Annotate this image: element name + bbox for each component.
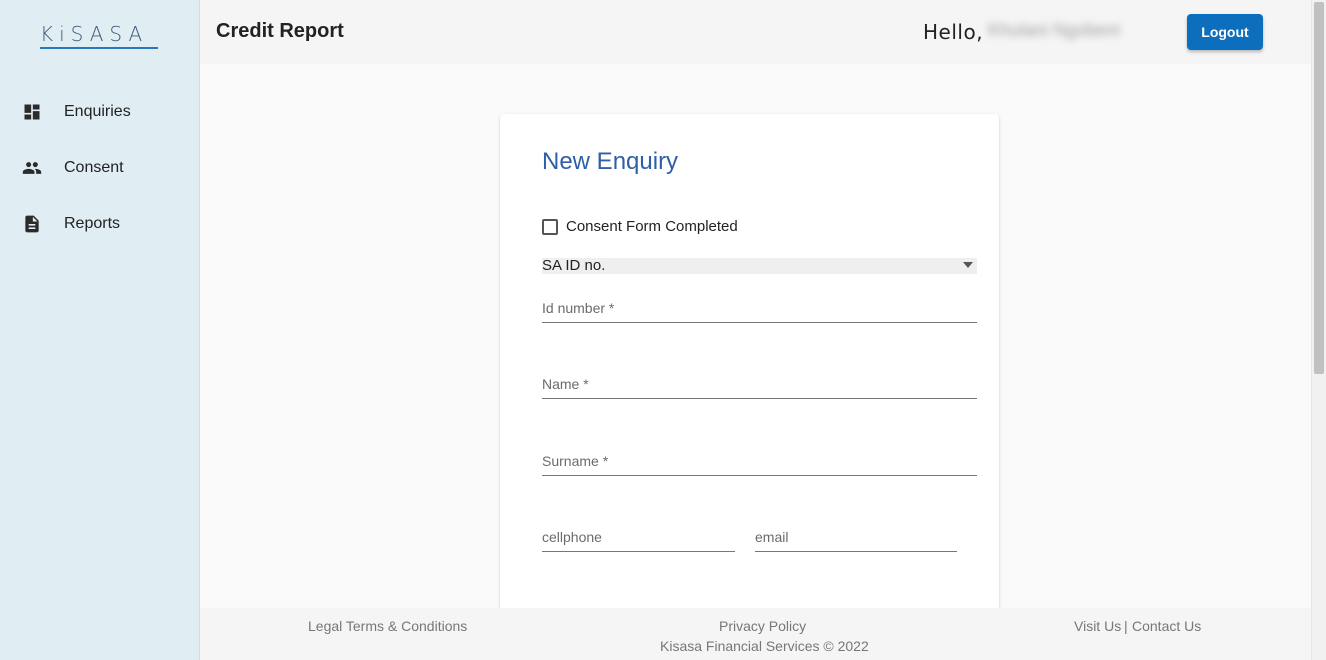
form-title: New Enquiry (542, 148, 679, 175)
privacy-policy-link[interactable]: Privacy Policy (719, 618, 806, 634)
page-footer: Legal Terms & Conditions Privacy Policy … (200, 608, 1311, 660)
consent-checkbox-row[interactable]: Consent Form Completed (542, 218, 738, 235)
kisasa-logo[interactable]: KiSASA (40, 22, 158, 50)
contact-us-link[interactable]: Contact Us (1132, 618, 1201, 634)
sidebar-item-label: Consent (64, 159, 124, 176)
scrollbar-thumb[interactable] (1314, 2, 1324, 374)
visit-us-link[interactable]: Visit Us (1074, 618, 1121, 634)
page-scrollbar[interactable] (1311, 0, 1326, 660)
consent-checkbox-label: Consent Form Completed (566, 218, 738, 235)
cellphone-field[interactable]: cellphone (542, 528, 735, 552)
email-placeholder: email (755, 529, 789, 545)
greeting-text: Hello, (923, 20, 984, 44)
sidebar-nav: Enquiries Consent Reports (0, 84, 200, 252)
footer-separator: | (1124, 618, 1128, 634)
id-number-placeholder: Id number * (542, 300, 615, 316)
sidebar-item-reports[interactable]: Reports (0, 196, 200, 252)
logout-button[interactable]: Logout (1187, 14, 1263, 50)
page-title: Credit Report (216, 20, 344, 42)
new-enquiry-card: New Enquiry Consent Form Completed SA ID… (500, 114, 999, 634)
user-name-blurred: Khulani Ngobeni (988, 20, 1121, 40)
sidebar: KiSASA Enquiries Consent Reports (0, 0, 200, 660)
email-field[interactable]: email (755, 528, 957, 552)
surname-placeholder: Surname * (542, 453, 609, 469)
logo-underline (40, 47, 158, 49)
id-type-selected-value: SA ID no. (542, 257, 606, 274)
surname-field[interactable]: Surname * (542, 452, 977, 476)
name-field[interactable]: Name * (542, 375, 977, 399)
sidebar-item-label: Reports (64, 215, 121, 232)
dashboard-icon (24, 104, 40, 120)
sidebar-item-consent[interactable]: Consent (0, 140, 200, 196)
top-header: Credit Report Hello, Khulani Ngobeni Log… (200, 0, 1311, 64)
cellphone-placeholder: cellphone (542, 529, 602, 545)
sidebar-item-enquiries[interactable]: Enquiries (0, 84, 200, 140)
name-placeholder: Name * (542, 376, 589, 392)
id-type-select[interactable]: SA ID no. (542, 258, 977, 274)
document-icon (25, 215, 39, 233)
people-icon (22, 162, 42, 174)
id-number-field[interactable]: Id number * (542, 299, 977, 323)
consent-checkbox[interactable] (542, 218, 558, 235)
dropdown-arrow-icon (963, 262, 973, 268)
legal-terms-link[interactable]: Legal Terms & Conditions (308, 618, 467, 634)
copyright-text: Kisasa Financial Services © 2022 (660, 638, 869, 654)
logo-text: KiSASA (40, 22, 149, 46)
sidebar-item-label: Enquiries (64, 103, 131, 120)
